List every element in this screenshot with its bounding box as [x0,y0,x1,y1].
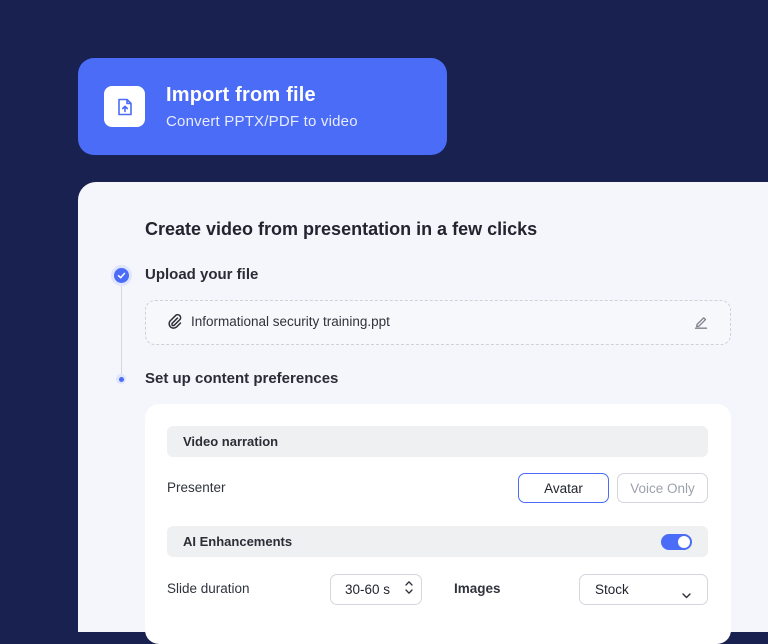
video-narration-title: Video narration [183,434,279,449]
preferences-card: Video narration Presenter Avatar Voice O… [145,404,731,644]
pencil-icon[interactable] [694,314,708,334]
step-upload-label: Upload your file [145,266,259,283]
ai-enhancements-title: AI Enhancements [183,534,293,549]
uploaded-file-box[interactable]: Informational security training.ppt [145,300,731,345]
images-label: Images [454,581,501,596]
ai-enhancements-toggle[interactable] [661,534,692,550]
images-select-value: Stock [595,582,629,597]
video-narration-section: Video narration [167,426,708,457]
create-video-panel: Create video from presentation in a few … [78,182,768,644]
avatar-option-button[interactable]: Avatar [518,473,609,503]
timeline-line [121,280,122,378]
paperclip-icon [168,313,182,334]
slide-duration-label: Slide duration [167,581,250,596]
file-upload-icon [104,86,145,127]
import-from-file-card[interactable]: Import from file Convert PPTX/PDF to vid… [78,58,447,155]
file-name: Informational security training.ppt [191,314,390,329]
images-select[interactable]: Stock [579,574,708,605]
ai-enhancements-section: AI Enhancements [167,526,708,557]
step-current-dot-icon [116,374,126,384]
slide-duration-stepper[interactable]: 30-60 s [330,574,422,605]
import-subtitle: Convert PPTX/PDF to video [166,113,358,130]
page-title: Create video from presentation in a few … [145,219,538,239]
step-preferences-label: Set up content preferences [145,370,339,387]
chevron-up-icon[interactable] [405,580,413,586]
import-title: Import from file [166,84,316,106]
chevron-down-icon [682,586,691,604]
chevron-down-icon[interactable] [405,589,413,595]
step-done-check-icon [114,268,129,283]
toggle-knob [678,536,690,548]
presenter-label: Presenter [167,480,226,495]
slide-duration-value: 30-60 s [345,582,391,597]
voice-only-option-button[interactable]: Voice Only [617,473,708,503]
